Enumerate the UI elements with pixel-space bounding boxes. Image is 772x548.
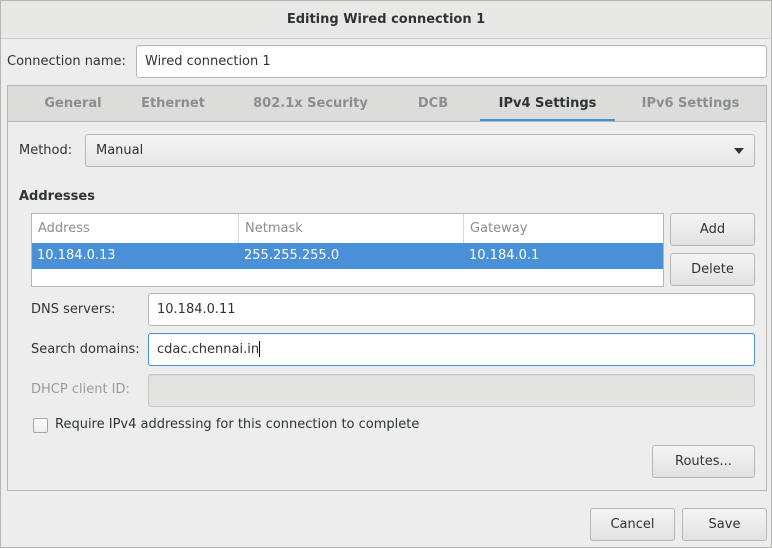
require-ipv4-label[interactable]: Require IPv4 addressing for this connect…	[55, 416, 419, 434]
dialog-window: Editing Wired connection 1 Connection na…	[0, 0, 772, 548]
connection-name-input[interactable]: Wired connection 1	[136, 45, 767, 78]
search-domains-label: Search domains:	[31, 342, 140, 357]
column-header-address[interactable]: Address	[32, 214, 239, 243]
tab-ethernet[interactable]: Ethernet	[138, 86, 208, 122]
dns-servers-label: DNS servers:	[31, 302, 116, 317]
search-domains-input[interactable]: cdac.chennai.in	[148, 333, 755, 366]
tab-ipv4-settings[interactable]: IPv4 Settings	[480, 86, 615, 122]
save-button[interactable]: Save	[682, 508, 767, 541]
tab-802-1x-security[interactable]: 802.1x Security	[238, 86, 383, 122]
table-row[interactable]: 10.184.0.13 255.255.255.0 10.184.0.1	[32, 243, 663, 269]
require-ipv4-checkbox[interactable]	[33, 418, 48, 433]
tab-ipv6-settings[interactable]: IPv6 Settings	[633, 86, 748, 122]
dns-servers-input[interactable]: 10.184.0.11	[148, 293, 755, 326]
method-dropdown[interactable]: Manual	[85, 134, 755, 167]
address-cell[interactable]: 10.184.0.13	[32, 243, 116, 269]
dhcp-client-id-label: DHCP client ID:	[31, 382, 130, 397]
method-label: Method:	[19, 143, 73, 158]
cancel-button[interactable]: Cancel	[590, 508, 675, 541]
method-value: Manual	[96, 143, 144, 158]
netmask-cell[interactable]: 255.255.255.0	[239, 243, 339, 269]
text-cursor	[259, 340, 261, 357]
tab-dcb[interactable]: DCB	[403, 86, 463, 122]
add-button[interactable]: Add	[670, 213, 755, 246]
column-header-gateway[interactable]: Gateway	[464, 214, 663, 243]
search-domains-value: cdac.chennai.in	[157, 342, 260, 357]
column-header-netmask[interactable]: Netmask	[239, 214, 464, 243]
connection-name-label: Connection name:	[7, 54, 126, 69]
delete-button[interactable]: Delete	[670, 253, 755, 286]
chevron-down-icon	[734, 148, 744, 154]
tab-bar: General Ethernet 802.1x Security DCB IPv…	[7, 85, 767, 122]
gateway-cell[interactable]: 10.184.0.1	[464, 243, 539, 269]
addresses-heading: Addresses	[19, 189, 95, 204]
addresses-table[interactable]: Address Netmask Gateway 10.184.0.13 255.…	[31, 213, 664, 287]
window-title: Editing Wired connection 1	[1, 1, 771, 39]
dhcp-client-id-input	[148, 374, 755, 407]
tab-general[interactable]: General	[8, 86, 138, 122]
routes-button[interactable]: Routes...	[652, 445, 755, 478]
